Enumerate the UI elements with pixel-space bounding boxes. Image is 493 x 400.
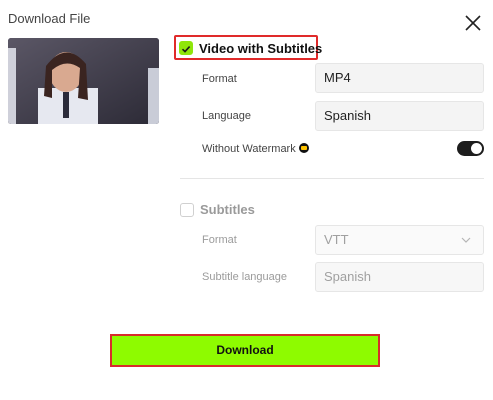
chevron-down-icon: [461, 237, 471, 243]
dialog-title: Download File: [8, 11, 91, 26]
language-field[interactable]: Spanish: [315, 101, 484, 131]
without-watermark-row: Without Watermark: [202, 143, 309, 155]
video-thumbnail: [8, 38, 159, 124]
close-icon[interactable]: [462, 12, 484, 34]
subtitle-language-label: Subtitle language: [202, 271, 288, 283]
subtitles-checkbox[interactable]: [180, 203, 194, 217]
section-divider: [180, 178, 484, 179]
without-watermark-label: Without Watermark: [202, 143, 296, 155]
toggle-knob: [471, 143, 482, 154]
language-label: Language: [202, 110, 251, 122]
format-label: Format: [202, 73, 237, 85]
crown-icon: [298, 143, 309, 153]
subtitles-label[interactable]: Subtitles: [200, 202, 255, 217]
without-watermark-toggle[interactable]: [457, 141, 484, 156]
video-with-subtitles-checkbox[interactable]: [179, 41, 193, 55]
video-with-subtitles-label[interactable]: Video with Subtitles: [199, 41, 322, 56]
subtitle-format-select[interactable]: VTT: [315, 225, 484, 255]
subtitle-language-field[interactable]: Spanish: [315, 262, 484, 292]
subtitle-format-label: Format: [202, 234, 237, 246]
format-field[interactable]: MP4: [315, 63, 484, 93]
subtitle-format-value: VTT: [324, 232, 349, 247]
download-button[interactable]: Download: [110, 334, 380, 367]
checkmark-icon: [181, 46, 191, 53]
